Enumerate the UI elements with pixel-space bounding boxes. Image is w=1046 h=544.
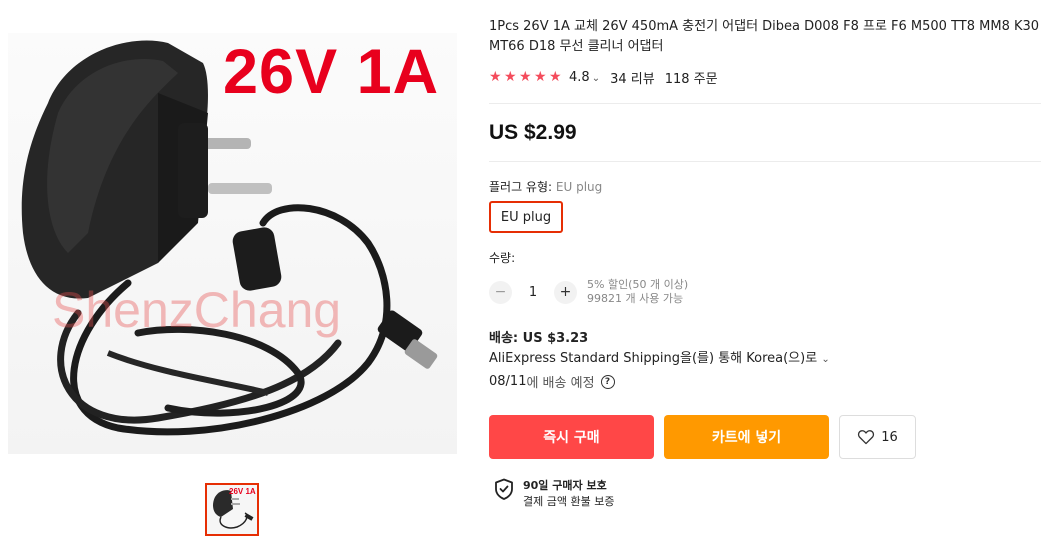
- shipping-method-text: AliExpress Standard Shipping을(를) 통해 Kore…: [489, 351, 818, 366]
- wishlist-count: 16: [881, 429, 898, 445]
- stock-available-text: 99821 개 사용 가능: [587, 292, 684, 305]
- rating-row: ★ ★ ★ ★ ★ 4.8 ⌄ 34 리뷰 118 주문: [489, 68, 718, 87]
- image-watermark: ShenzChang: [52, 282, 342, 338]
- quantity-info: 5% 할인(50 개 이상) 99821 개 사용 가능: [587, 278, 688, 306]
- quantity-input[interactable]: 1: [512, 285, 554, 300]
- reviews-link[interactable]: 34 리뷰: [610, 68, 655, 87]
- plug-type-selected: EU plug: [555, 180, 603, 194]
- quantity-decrease-button[interactable]: −: [489, 280, 512, 304]
- buy-now-button[interactable]: 즉시 구매: [489, 415, 654, 459]
- thumbnail-image[interactable]: 26V 1A: [205, 483, 259, 536]
- star-icon: ★: [504, 69, 517, 85]
- shield-check-icon: [495, 478, 513, 500]
- quantity-label: 수량:: [489, 251, 516, 265]
- image-voltage-label: 26V 1A: [223, 37, 440, 107]
- buyer-protection-title: 90일 구매자 보호: [523, 479, 607, 492]
- chevron-down-icon[interactable]: ⌄: [821, 354, 829, 365]
- product-price: US $2.99: [489, 121, 577, 144]
- heart-icon: [858, 430, 875, 445]
- buyer-protection-text: 90일 구매자 보호 결제 금액 환불 보증: [523, 478, 614, 510]
- plug-type-title: 플러그 유형:: [489, 180, 553, 194]
- star-icon: ★: [489, 69, 502, 85]
- product-title: 1Pcs 26V 1A 교체 26V 450mA 충전기 어댑터 Dibea D…: [489, 19, 1040, 54]
- divider: [489, 103, 1041, 104]
- add-to-cart-button[interactable]: 카트에 넣기: [664, 415, 829, 459]
- quantity-increase-button[interactable]: +: [554, 280, 577, 304]
- buyer-protection: 90일 구매자 보호 결제 금액 환불 보증: [494, 478, 614, 510]
- divider: [489, 161, 1041, 162]
- quantity-stepper: − 1 + 5% 할인(50 개 이상) 99821 개 사용 가능: [489, 278, 688, 306]
- thumbnail-label: 26V 1A: [229, 487, 256, 496]
- bulk-discount-text: 5% 할인(50 개 이상): [587, 278, 689, 291]
- main-product-image[interactable]: 26V 1A ShenzChang: [8, 33, 457, 454]
- plug-type-label: 플러그 유형: EU plug: [489, 178, 602, 195]
- chevron-down-icon[interactable]: ⌄: [592, 73, 600, 84]
- wishlist-button[interactable]: 16: [839, 415, 916, 459]
- plug-option-eu[interactable]: EU plug: [489, 201, 563, 233]
- star-icon: ★: [534, 69, 547, 85]
- shipping-cost: 배송: US $3.23: [489, 331, 589, 346]
- delivery-date-suffix: 에 배송 예정: [526, 376, 595, 391]
- delivery-date: 08/11: [489, 374, 527, 389]
- delivery-estimate: 08/11 에 배송 예정 ?: [489, 372, 615, 391]
- help-icon[interactable]: ?: [600, 374, 615, 389]
- shipping-method-selector[interactable]: AliExpress Standard Shipping을(를) 통해 Kore…: [489, 347, 830, 366]
- star-icon: ★: [549, 69, 562, 85]
- star-icon: ★: [519, 69, 532, 85]
- rating-stars: ★ ★ ★ ★ ★: [489, 70, 563, 84]
- orders-count: 118 주문: [664, 71, 718, 87]
- buyer-protection-subtitle: 결제 금액 환불 보증: [523, 495, 615, 508]
- rating-value[interactable]: 4.8: [569, 70, 590, 85]
